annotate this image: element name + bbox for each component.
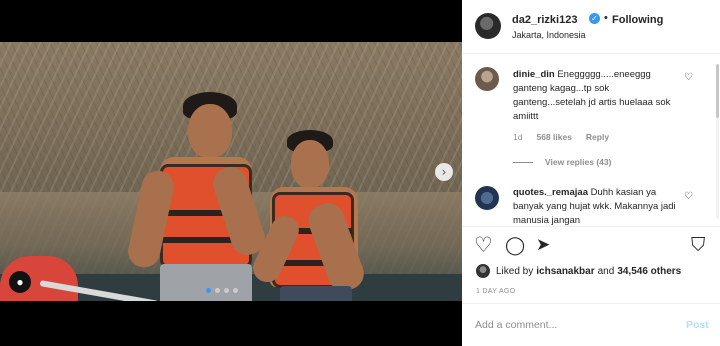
comment-likes[interactable]: 568 likes bbox=[536, 132, 571, 142]
comment-item: dinie_din Eneggggg.....eneeggg ganteng k… bbox=[513, 68, 683, 124]
comment-bubble-icon[interactable]: ◯ bbox=[505, 235, 525, 256]
post-side-panel: da2_rizki123 ✓ • Following Jakarta, Indo… bbox=[462, 0, 720, 346]
user-tag-icon[interactable]: ● bbox=[9, 271, 31, 293]
comment-reply-button[interactable]: Reply bbox=[586, 132, 609, 142]
likes-conjunction: and bbox=[597, 265, 615, 277]
comments-list[interactable]: dinie_din Eneggggg.....eneeggg ganteng k… bbox=[462, 55, 720, 225]
like-heart-icon[interactable]: ♡ bbox=[474, 233, 493, 257]
liker-avatar[interactable] bbox=[476, 264, 490, 278]
liker-username[interactable]: ichsanakbar bbox=[536, 266, 594, 277]
following-button[interactable]: Following bbox=[612, 14, 663, 26]
verified-badge-icon: ✓ bbox=[589, 13, 600, 24]
author-avatar[interactable] bbox=[475, 13, 501, 39]
comment-item: quotes._remajaa Duhh kasian ya banyak ya… bbox=[513, 186, 683, 225]
carousel-next-icon[interactable]: › bbox=[435, 163, 453, 181]
post-header: da2_rizki123 ✓ • Following Jakarta, Indo… bbox=[462, 0, 720, 54]
post-location[interactable]: Jakarta, Indonesia bbox=[512, 30, 586, 40]
carousel-dot bbox=[206, 288, 211, 293]
author-username[interactable]: da2_rizki123 bbox=[512, 14, 577, 26]
view-replies-button[interactable]: View replies (43) bbox=[513, 157, 611, 167]
likes-summary: Liked by ichsanakbar and 34,546 others bbox=[476, 264, 684, 278]
post-comment-button[interactable]: Post bbox=[686, 319, 709, 331]
carousel-indicator bbox=[206, 288, 238, 293]
post-actions: ♡ ◯ ➤ ⛉ Liked by ichsanakbar and 34,546 … bbox=[462, 226, 720, 302]
view-replies-label: View replies (43) bbox=[545, 157, 612, 167]
save-bookmark-icon[interactable]: ⛉ bbox=[691, 234, 705, 256]
post-media-viewer: ● › bbox=[0, 0, 462, 346]
comment-username[interactable]: quotes._remajaa bbox=[513, 187, 588, 198]
carousel-dot bbox=[224, 288, 229, 293]
likes-count[interactable]: 34,546 others bbox=[617, 266, 681, 277]
share-paper-plane-icon[interactable]: ➤ bbox=[536, 235, 550, 255]
header-separator: • bbox=[604, 12, 608, 24]
add-comment-section: Post bbox=[462, 303, 720, 346]
comments-scroll-thumb[interactable] bbox=[716, 64, 719, 118]
comment-like-heart-icon[interactable]: ♡ bbox=[684, 72, 693, 83]
likes-prefix: Liked by bbox=[496, 265, 534, 277]
comment-time[interactable]: 1d bbox=[513, 132, 522, 142]
comment-username[interactable]: dinie_din bbox=[513, 69, 555, 80]
replies-divider bbox=[513, 161, 533, 163]
add-comment-input[interactable] bbox=[475, 316, 670, 334]
post-photo[interactable]: ● › bbox=[0, 42, 462, 301]
comment-avatar[interactable] bbox=[475, 67, 499, 91]
carousel-dot bbox=[215, 288, 220, 293]
comment-meta: 1d 568 likes Reply bbox=[513, 132, 609, 142]
post-timestamp[interactable]: 1 DAY AGO bbox=[476, 288, 515, 295]
comment-avatar[interactable] bbox=[475, 186, 499, 210]
comment-like-heart-icon[interactable]: ♡ bbox=[684, 191, 693, 202]
carousel-dot bbox=[233, 288, 238, 293]
